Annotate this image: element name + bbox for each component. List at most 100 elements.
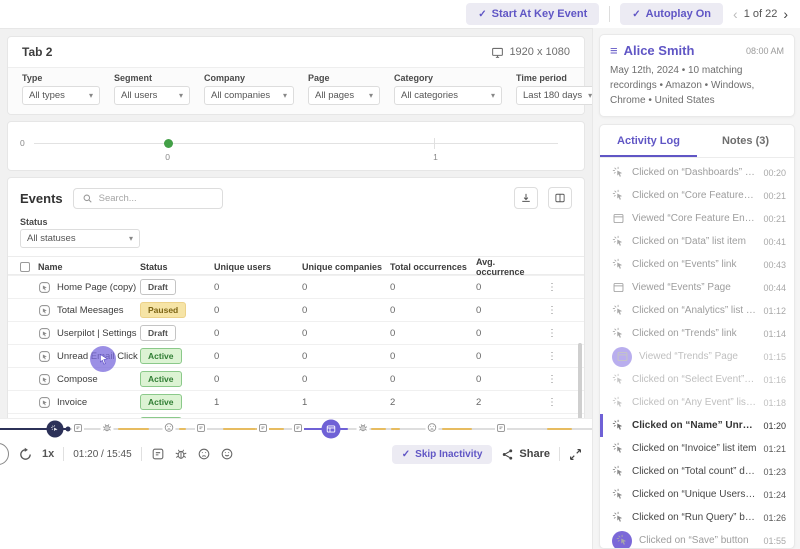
speed-control[interactable]: 1x [42, 448, 54, 460]
prev-recording-button[interactable]: ‹ [733, 7, 738, 21]
timeline-marker-note[interactable] [292, 420, 304, 438]
timeline-marker-frown[interactable] [162, 420, 175, 438]
download-button[interactable] [514, 187, 538, 209]
activity-log-item[interactable]: Clicked on “Data” list item 00:41 [600, 230, 794, 253]
chart-point-label: 0 [165, 152, 170, 162]
table-row[interactable]: Compose Active 0000 ⋮ [8, 367, 584, 390]
report-bug-button[interactable] [174, 447, 188, 461]
filter-select[interactable]: All categories▾ [394, 86, 502, 105]
fullscreen-button[interactable] [569, 448, 582, 461]
row-menu-button[interactable]: ⋮ [540, 397, 564, 408]
events-table: NameStatusUnique usersUnique companiesTo… [8, 256, 584, 418]
timeline-marker-note[interactable] [72, 420, 84, 438]
click-icon [612, 235, 625, 248]
timeline-activity-segment [391, 428, 399, 431]
table-row[interactable]: Userpilot | Settings Draft 0000 ⋮ [8, 321, 584, 344]
row-menu-button[interactable]: ⋮ [540, 305, 564, 316]
activity-log-item[interactable]: Clicked on “Trends” link 01:14 [600, 322, 794, 345]
table-row[interactable]: Total Meesages Paused 0000 ⋮ [8, 298, 584, 321]
activity-log-item[interactable]: Viewed “Events” Page 00:44 [600, 276, 794, 299]
event-name-cell: Compose [38, 373, 140, 386]
tab-notes[interactable]: Notes (3) [697, 125, 794, 157]
activity-badge [612, 347, 632, 367]
timeline-marker-bug[interactable] [357, 420, 370, 438]
tab-activity-log[interactable]: Activity Log [600, 125, 697, 157]
timeline-marker-note[interactable] [195, 420, 207, 438]
activity-log-item[interactable]: Clicked on “Run Query” button 01:26 [600, 506, 794, 529]
autoplay-button[interactable]: ✓ Autoplay On [620, 3, 723, 25]
row-menu-button[interactable]: ⋮ [540, 328, 564, 339]
activity-log-item[interactable]: Viewed “Trends” Page 01:15 [600, 345, 794, 368]
replay-skip-icon[interactable] [18, 447, 33, 462]
activity-log-item[interactable]: Clicked on “Any Event” list item 01:18 [600, 391, 794, 414]
activity-log-item[interactable]: Clicked on “Total count” dropdown 01:23 [600, 460, 794, 483]
status-filter-value: All statuses [27, 233, 76, 244]
events-scrollbar[interactable] [578, 343, 582, 418]
events-search-input[interactable]: Search... [73, 188, 223, 209]
filter-select[interactable]: All pages▾ [308, 86, 380, 105]
activity-log-item[interactable]: Clicked on “Core Feature Engagem... 00:2… [600, 184, 794, 207]
metric-value: 0 [390, 328, 476, 339]
activity-text: Clicked on “Events” link [632, 259, 756, 270]
column-header: Avg. occurrence [476, 257, 540, 277]
timeline-marker-bug[interactable] [101, 420, 114, 438]
select-all-checkbox[interactable] [20, 262, 30, 272]
table-row[interactable]: Userpilot Knowledge ... Active 0000 ⋮ [8, 413, 584, 418]
add-note-button[interactable] [151, 447, 165, 461]
timeline-marker-note[interactable] [257, 420, 269, 438]
activity-text: Clicked on “Analytics” list item [632, 305, 756, 316]
page-icon [616, 350, 629, 363]
menu-icon[interactable]: ≡ [610, 43, 618, 58]
next-recording-button[interactable]: › [783, 7, 788, 21]
click-icon [612, 258, 625, 271]
filter-select[interactable]: All types▾ [22, 86, 100, 105]
activity-log-item[interactable]: Viewed “Core Feature Engagment” 00:21 [600, 207, 794, 230]
activity-text: Viewed “Events” Page [632, 282, 756, 293]
player-timeline[interactable] [0, 419, 592, 439]
activity-timestamp: 00:43 [763, 260, 786, 270]
table-row[interactable]: Unread Email Click Active 0000 ⋮ [8, 344, 584, 367]
chart-tick [434, 138, 435, 149]
row-menu-button[interactable]: ⋮ [540, 351, 564, 362]
timeline-marker-note[interactable] [495, 420, 507, 438]
timeline-marker-current[interactable] [47, 421, 64, 438]
status-filter-select[interactable]: All statuses ▾ [20, 229, 140, 248]
activity-text: Clicked on “Name” Unread Email C... [632, 420, 756, 431]
timeline-marker-highlight[interactable] [321, 420, 340, 439]
row-menu-button[interactable]: ⋮ [540, 374, 564, 385]
column-header: Unique companies [302, 262, 390, 272]
replay-main: Tab 2 1920 x 1080 Type All types▾ Segmen… [0, 28, 592, 549]
frown-reaction-button[interactable] [197, 447, 211, 461]
activity-timestamp: 01:24 [763, 490, 786, 500]
start-at-key-event-button[interactable]: ✓ Start At Key Event [466, 3, 599, 25]
table-row[interactable]: Invoice Active 1122 ⋮ [8, 390, 584, 413]
table-row[interactable]: Home Page (copy) Draft 0000 ⋮ [8, 275, 584, 298]
session-meta: May 12th, 2024 • 10 matching recordings … [610, 63, 784, 108]
smile-reaction-button[interactable] [220, 447, 234, 461]
skip-inactivity-button[interactable]: ✓ Skip Inactivity [392, 445, 493, 464]
filter-select[interactable]: All companies▾ [204, 86, 294, 105]
activity-log-item[interactable]: Clicked on “Events” link 00:43 [600, 253, 794, 276]
activity-log-item[interactable]: Clicked on “Save” button 01:55 [600, 529, 794, 548]
activity-log-item[interactable]: Clicked on “Analytics” list item 01:12 [600, 299, 794, 322]
activity-log-item[interactable]: Clicked on “Name” Unread Email C... 01:2… [600, 414, 794, 437]
check-icon: ✓ [402, 449, 410, 460]
click-icon [612, 327, 625, 340]
activity-log-item[interactable]: Clicked on “Unique Users” list item 01:2… [600, 483, 794, 506]
check-icon: ✓ [632, 9, 640, 20]
play-button[interactable] [0, 443, 9, 465]
timeline-marker-dot[interactable] [66, 427, 71, 432]
filter-select[interactable]: Last 180 days▾ [516, 86, 592, 105]
columns-button[interactable] [548, 187, 572, 209]
click-icon [612, 465, 625, 478]
filter-select[interactable]: All users▾ [114, 86, 190, 105]
activity-log-item[interactable]: Clicked on “Select Event” dropdown 01:16 [600, 368, 794, 391]
activity-log-item[interactable]: Clicked on “Invoice” list item 01:21 [600, 437, 794, 460]
share-button[interactable]: Share [501, 448, 550, 461]
row-menu-button[interactable]: ⋮ [540, 282, 564, 293]
activity-log-item[interactable]: Clicked on “Dashboards” list item 00:20 [600, 161, 794, 184]
timeline-marker-frown[interactable] [425, 420, 438, 438]
user-name[interactable]: Alice Smith [624, 43, 740, 58]
activity-timestamp: 01:16 [763, 375, 786, 385]
sidebar-tabs: Activity Log Notes (3) [600, 125, 794, 158]
